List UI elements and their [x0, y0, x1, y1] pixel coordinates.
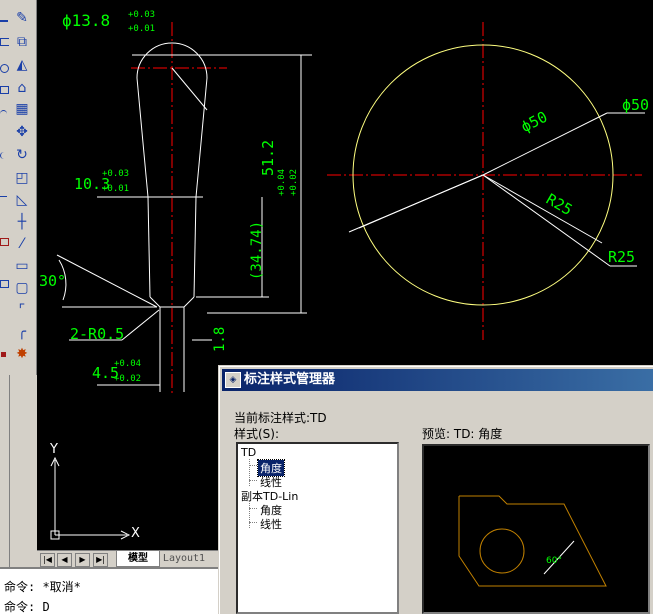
- dim-top-tol-lo: +0.01: [128, 24, 156, 34]
- style-item-td[interactable]: TD: [241, 446, 256, 459]
- tab-layout1[interactable]: Layout1: [155, 551, 213, 566]
- preview-outline: [458, 495, 607, 587]
- tab-model[interactable]: 模型: [116, 551, 160, 567]
- command-history-line: 命令: *取消*: [4, 580, 81, 594]
- dim-circle-diameter-1: ϕ50: [622, 96, 650, 114]
- arc-icon[interactable]: [0, 110, 7, 118]
- preview-label: 预览: TD: 角度: [422, 427, 503, 441]
- layout-tab-bar: |◀ ◀ ▶ ▶| 模型 Layout1: [37, 550, 227, 568]
- break-icon[interactable]: ▭: [12, 256, 32, 276]
- dialog-titlebar[interactable]: ◈ 标注样式管理器: [222, 369, 653, 391]
- preview-angle-text: 60°: [546, 556, 562, 566]
- dim-fillet: 2-R0.5: [70, 325, 125, 343]
- point-icon[interactable]: [1, 352, 6, 357]
- command-input-line[interactable]: 命令: D: [4, 598, 50, 615]
- text-icon[interactable]: [0, 238, 9, 246]
- extend-icon[interactable]: ⁄: [12, 234, 32, 254]
- right-shank: [193, 196, 197, 298]
- offset-icon[interactable]: ⌂: [12, 78, 32, 98]
- dim-mid-tol-hi: +0.03: [102, 169, 130, 179]
- spline-icon[interactable]: [0, 152, 8, 159]
- tree-connector: [249, 480, 257, 482]
- right-taper: [195, 77, 208, 198]
- line-icon[interactable]: [0, 12, 8, 22]
- copy-icon[interactable]: ⧉: [12, 32, 32, 52]
- tree-connector: [249, 522, 257, 524]
- first-tab-button[interactable]: |◀: [40, 553, 55, 567]
- fillet-leader: [121, 309, 160, 341]
- left-shank: [147, 196, 151, 298]
- dialog-title: 标注样式管理器: [244, 372, 336, 387]
- radius-line-2: [482, 174, 611, 267]
- tree-connector: [249, 465, 257, 467]
- ucs-icon: [50, 456, 131, 540]
- diameter-line-2: [358, 174, 484, 229]
- dim-top-tol-hi: +0.03: [128, 10, 156, 20]
- move-icon[interactable]: ✥: [12, 122, 32, 142]
- ucs-x-label: X: [131, 526, 140, 541]
- dim-mid-tol-lo: +0.01: [102, 184, 130, 194]
- fillet-icon[interactable]: ╭: [12, 322, 32, 342]
- rectangle-icon[interactable]: [0, 86, 9, 94]
- rotate-icon[interactable]: ↻: [12, 145, 32, 165]
- last-tab-button[interactable]: ▶|: [93, 553, 108, 567]
- mirror-icon[interactable]: ◭: [12, 55, 32, 75]
- array-icon[interactable]: ▦: [12, 99, 32, 119]
- explode-icon[interactable]: ✸: [12, 344, 32, 364]
- stretch-icon[interactable]: ◺: [12, 190, 32, 210]
- right-tip-chamfer: [183, 296, 195, 308]
- dim-top-diameter: ϕ13.8: [62, 11, 111, 30]
- preview-circle: [479, 528, 525, 574]
- dim-total-tol-hi: +0.04: [277, 168, 287, 196]
- dialog-app-icon: ◈: [225, 372, 241, 388]
- dimstyle-manager-dialog: ◈ 标注样式管理器 当前标注样式:TD 样式(S): 预览: TD: 角度 TD…: [219, 366, 653, 615]
- prev-tab-button[interactable]: ◀: [57, 553, 72, 567]
- modify-toolbar: ✎ ⧉ ◭ ⌂ ▦ ✥ ↻ ◰ ◺ ┼ ⁄ ▭ ▢ ⌜ ╭ ✸: [9, 0, 37, 375]
- block-icon[interactable]: [0, 280, 9, 288]
- style-preview: 60°: [422, 444, 650, 614]
- circle-icon[interactable]: [0, 64, 9, 73]
- erase-icon[interactable]: ✎: [12, 8, 32, 28]
- chamfer-icon[interactable]: ⌜: [12, 300, 32, 320]
- tree-connector: [249, 508, 257, 510]
- dim-angle: 30°: [39, 272, 67, 290]
- hatch-icon[interactable]: [0, 196, 7, 203]
- styles-list[interactable]: TD 角度 线性 副本TD-Lin 角度 线性: [236, 442, 399, 614]
- dim-bot-tol-lo: +0.02: [114, 374, 142, 384]
- preview-svg: [458, 495, 607, 587]
- join-icon[interactable]: ▢: [12, 278, 32, 298]
- dim-total-length: 51.2: [259, 139, 277, 176]
- angle-leg-1: [56, 254, 158, 308]
- r-leader: [171, 67, 208, 111]
- styles-list-label: 样式(S):: [234, 427, 280, 441]
- ucs-y-label: Y: [50, 442, 58, 457]
- dim-tip-length: 1.8: [212, 326, 228, 352]
- style-item-linear-2[interactable]: 线性: [260, 516, 282, 532]
- dim-ref-length: (34.74): [249, 220, 265, 280]
- current-style-label: 当前标注样式:TD: [234, 411, 327, 425]
- dim-bot-tol-hi: +0.04: [114, 359, 142, 369]
- trim-icon[interactable]: ┼: [12, 212, 32, 232]
- radius-line-1: [482, 174, 603, 244]
- dim-circle-radius-2: R25: [608, 248, 636, 266]
- command-window[interactable]: 命令: *取消* 命令: D: [0, 567, 222, 615]
- dim-total-tol-lo: +0.02: [289, 168, 299, 196]
- scale-icon[interactable]: ◰: [12, 168, 32, 188]
- next-tab-button[interactable]: ▶: [75, 553, 90, 567]
- left-taper: [136, 77, 149, 198]
